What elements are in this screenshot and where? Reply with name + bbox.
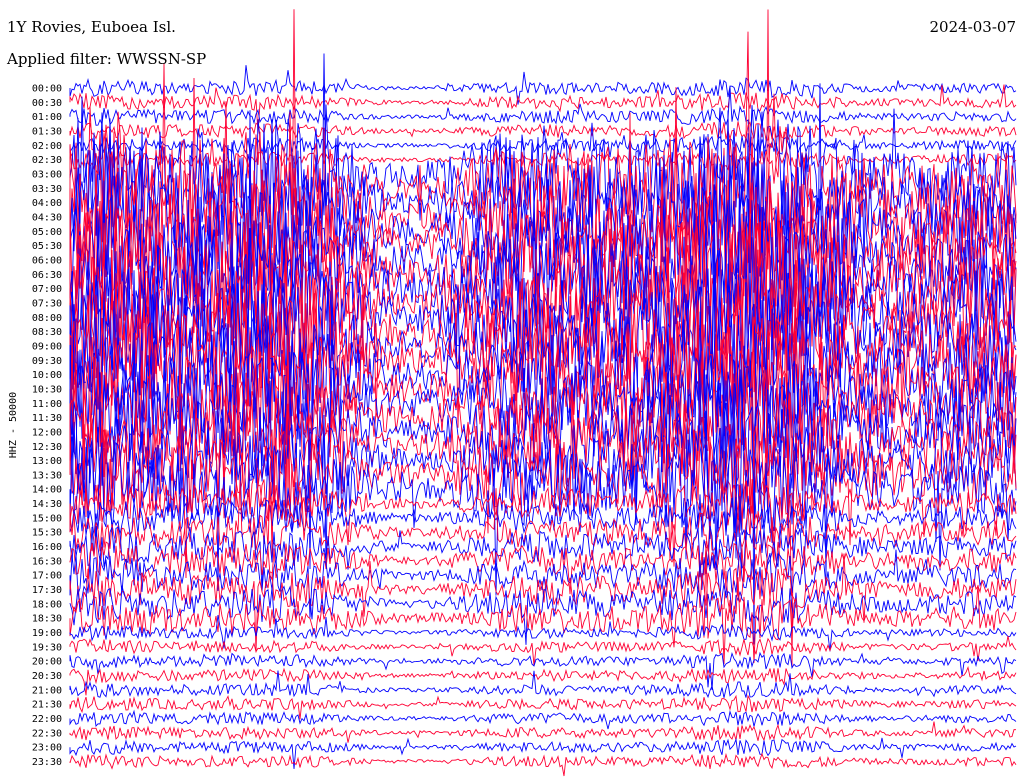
time-tick-label: 19:00: [32, 628, 62, 639]
time-tick-label: 00:00: [32, 84, 62, 95]
time-tick-label: 05:30: [32, 241, 62, 252]
trace-layer: [69, 9, 1017, 777]
time-tick-label: 02:30: [32, 155, 62, 166]
trace-line: [69, 412, 1017, 596]
time-tick-label: 13:00: [32, 456, 62, 467]
time-tick-label: 04:00: [32, 198, 62, 209]
time-tick-label: 20:30: [32, 671, 62, 682]
trace-line: [69, 721, 1017, 743]
time-tick-label: 20:00: [32, 657, 62, 668]
time-tick-label: 02:00: [32, 141, 62, 152]
filter-label: Applied filter: WWSSN-SP: [7, 50, 207, 68]
time-tick-label: 01:30: [32, 126, 62, 137]
date-label: 2024-03-07: [929, 18, 1016, 36]
y-axis-label: HHZ - 50000: [8, 392, 19, 458]
time-tick-label: 11:00: [32, 399, 62, 410]
trace-line: [69, 670, 1017, 699]
helicorder-plot: 00:00 00:30 01:00 01:30 02:00 02:30 03:00 03:30…: [8, 9, 1017, 777]
time-tick-label: 06:00: [32, 255, 62, 266]
time-tick-label: 12:00: [32, 427, 62, 438]
time-tick-label: 14:30: [32, 499, 62, 510]
time-tick-label: 23:00: [32, 743, 62, 754]
time-tick-label: 06:30: [32, 270, 62, 281]
time-tick-label: 14:00: [32, 485, 62, 496]
time-tick-label: 17:30: [32, 585, 62, 596]
time-tick-label: 16:30: [32, 556, 62, 567]
time-tick-label: 07:30: [32, 298, 62, 309]
time-tick-label: 04:30: [32, 212, 62, 223]
time-tick-label: 08:00: [32, 313, 62, 324]
time-tick-label: 11:30: [32, 413, 62, 424]
time-tick-label: 16:00: [32, 542, 62, 553]
time-tick-label: 22:30: [32, 728, 62, 739]
time-tick-label: 01:00: [32, 112, 62, 123]
time-tick-label: 03:00: [32, 169, 62, 180]
time-tick-label: 15:00: [32, 513, 62, 524]
time-tick-label: 23:30: [32, 757, 62, 768]
time-tick-label: 00:30: [32, 98, 62, 109]
time-tick-label: 17:00: [32, 571, 62, 582]
time-tick-label: 10:00: [32, 370, 62, 381]
time-axis: 00:00 00:30 01:00 01:30 02:00 02:30 03:00 03:30…: [32, 84, 62, 769]
time-tick-label: 22:00: [32, 714, 62, 725]
time-tick-label: 13:30: [32, 470, 62, 481]
time-tick-label: 09:00: [32, 341, 62, 352]
time-tick-label: 07:00: [32, 284, 62, 295]
time-tick-label: 08:30: [32, 327, 62, 338]
trace-line: [69, 635, 1017, 666]
time-tick-label: 19:30: [32, 642, 62, 653]
time-tick-label: 09:30: [32, 356, 62, 367]
time-tick-label: 18:00: [32, 599, 62, 610]
time-tick-label: 15:30: [32, 528, 62, 539]
time-tick-label: 12:30: [32, 442, 62, 453]
trace-line: [69, 737, 1017, 769]
trace-line: [69, 752, 1017, 777]
time-tick-label: 21:00: [32, 685, 62, 696]
station-title: 1Y Rovies, Euboea Isl.: [7, 18, 176, 36]
time-tick-label: 03:30: [32, 184, 62, 195]
trace-line: [69, 709, 1017, 730]
trace-line: [69, 479, 1017, 552]
time-tick-label: 05:00: [32, 227, 62, 238]
time-tick-label: 21:30: [32, 700, 62, 711]
trace-line: [69, 65, 1017, 105]
time-tick-label: 10:30: [32, 384, 62, 395]
time-tick-label: 18:30: [32, 614, 62, 625]
